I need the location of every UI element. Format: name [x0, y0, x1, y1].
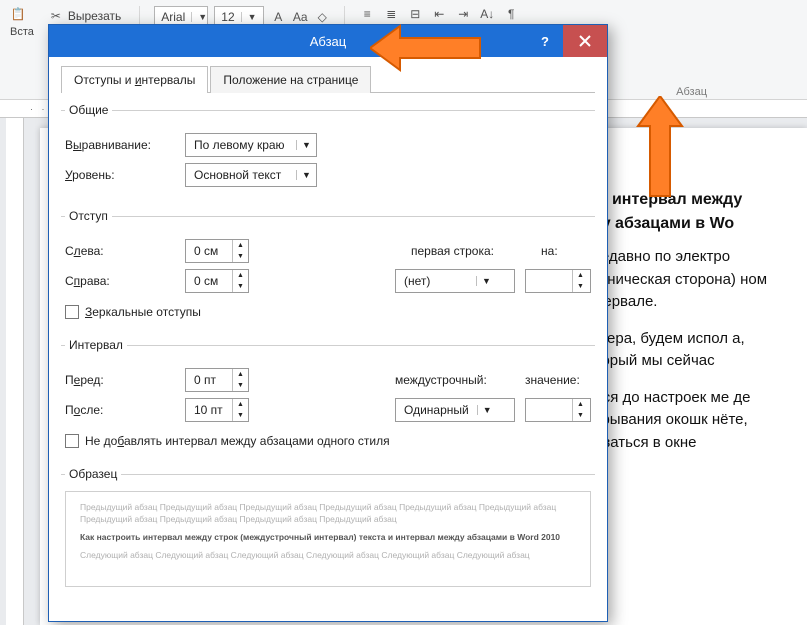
level-label: Уровень: [65, 168, 175, 182]
tab-page-position[interactable]: Положение на странице [210, 66, 371, 93]
cut-button[interactable]: ✂ Вырезать [44, 6, 125, 26]
after-spin[interactable]: 10 пт ▲▼ [185, 398, 249, 422]
group-preview-legend: Образец [65, 467, 121, 481]
level-value: Основной текст [186, 168, 296, 182]
close-icon [579, 35, 591, 47]
dialog-title: Абзац [310, 34, 346, 49]
doc-paragraph: й недавно по электро (техническая сторон… [580, 246, 787, 314]
first-line-label: первая строка: [411, 244, 531, 258]
cut-label: Вырезать [68, 9, 121, 23]
dialog-tabs: Отступы и интервалы Положение на страниц… [61, 65, 595, 93]
chevron-down-icon[interactable]: ▼ [476, 276, 496, 286]
vertical-ruler[interactable] [6, 118, 24, 625]
spin-down-icon[interactable]: ▼ [233, 410, 248, 421]
preview-sample-text: Как настроить интервал между строк (межд… [80, 532, 576, 544]
alignment-combo[interactable]: По левому краю ▼ [185, 133, 317, 157]
doc-paragraph: римера, будем испол а, который мы сейчас [580, 328, 787, 373]
spin-up-icon[interactable]: ▲ [233, 399, 248, 410]
first-line-combo[interactable]: (нет) ▼ [395, 269, 515, 293]
chevron-down-icon[interactable]: ▼ [241, 12, 257, 22]
spin-down-icon[interactable]: ▼ [233, 380, 248, 391]
mirror-indents-checkbox[interactable]: Зеркальные отступы [65, 305, 201, 319]
group-spacing: Интервал Перед: 0 пт ▲▼ междустрочный: з… [61, 338, 595, 455]
spin-up-icon[interactable]: ▲ [233, 369, 248, 380]
group-general: Общие Выравнивание: По левому краю ▼ Уро… [61, 103, 595, 197]
close-button[interactable] [563, 25, 607, 57]
line-spacing-combo[interactable]: Одинарный ▼ [395, 398, 515, 422]
no-space-same-style-checkbox[interactable]: Не добавлять интервал между абзацами одн… [65, 434, 390, 448]
chevron-down-icon[interactable]: ▼ [191, 12, 207, 22]
chevron-down-icon[interactable]: ▼ [477, 405, 497, 415]
indent-left-label: Слева: [65, 244, 175, 258]
spin-up-icon[interactable]: ▲ [233, 240, 248, 251]
doc-paragraph: аться до настроек ме де открывания окошк… [580, 387, 787, 455]
paste-label: Вста [10, 26, 34, 38]
grow-font-icon[interactable]: A [270, 9, 286, 25]
spin-down-icon[interactable]: ▼ [233, 281, 248, 292]
dialog-titlebar[interactable]: Абзац ? [49, 25, 607, 57]
after-label: После: [65, 403, 175, 417]
scissors-icon: ✂ [48, 8, 64, 24]
numbering-icon[interactable]: ≣ [383, 6, 399, 22]
group-indent: Отступ Слева: 0 см ▲▼ первая строка: на:… [61, 209, 595, 326]
chevron-down-icon[interactable]: ▼ [296, 140, 316, 150]
sort-icon[interactable]: A↓ [479, 6, 495, 22]
group-spacing-legend: Интервал [65, 338, 127, 352]
doc-heading: ить интервал между жду абзацами в Wo [580, 188, 787, 236]
spin-down-icon[interactable]: ▼ [573, 281, 588, 292]
before-label: Перед: [65, 373, 175, 387]
clipboard-group: 📋 Вста [10, 6, 34, 38]
alignment-label: Выравнивание: [65, 138, 175, 152]
spin-down-icon[interactable]: ▼ [233, 251, 248, 262]
indent-left-spin[interactable]: 0 см ▲▼ [185, 239, 249, 263]
tab-indents-spacing[interactable]: Отступы и интервалы [61, 66, 208, 93]
alignment-value: По левому краю [186, 138, 296, 152]
paragraph-group-label[interactable]: Абзац [676, 86, 707, 98]
multilevel-icon[interactable]: ⊟ [407, 6, 423, 22]
paste-icon[interactable]: 📋 [10, 6, 26, 22]
at-label: значение: [525, 373, 591, 387]
spin-down-icon[interactable]: ▼ [573, 410, 588, 421]
clear-format-icon[interactable]: ◇ [314, 9, 330, 25]
spin-up-icon[interactable]: ▲ [573, 270, 588, 281]
before-spin[interactable]: 0 пт ▲▼ [185, 368, 249, 392]
at-spin[interactable]: ▲▼ [525, 398, 591, 422]
indent-inc-icon[interactable]: ⇥ [455, 6, 471, 22]
by-spin[interactable]: ▲▼ [525, 269, 591, 293]
group-general-legend: Общие [65, 103, 112, 117]
font-name-value: Arial [155, 10, 191, 24]
change-case-icon[interactable]: Aa [292, 9, 308, 25]
by-label: на: [541, 244, 591, 258]
indent-right-label: Справа: [65, 274, 175, 288]
preview-grey-text: Следующий абзац Следующий абзац Следующи… [80, 550, 576, 562]
chevron-down-icon[interactable]: ▼ [296, 170, 316, 180]
bullets-icon[interactable]: ≡ [359, 6, 375, 22]
spin-up-icon[interactable]: ▲ [573, 399, 588, 410]
font-size-value: 12 [215, 10, 240, 24]
pilcrow-icon[interactable]: ¶ [503, 6, 519, 22]
checkbox-icon [65, 434, 79, 448]
indent-right-spin[interactable]: 0 см ▲▼ [185, 269, 249, 293]
help-button[interactable]: ? [527, 25, 563, 57]
line-spacing-label: междустрочный: [395, 373, 515, 387]
preview-box: Предыдущий абзац Предыдущий абзац Предыд… [65, 491, 591, 587]
level-combo[interactable]: Основной текст ▼ [185, 163, 317, 187]
checkbox-icon [65, 305, 79, 319]
paragraph-dialog: Абзац ? Отступы и интервалы Положение на… [48, 24, 608, 622]
group-preview: Образец Предыдущий абзац Предыдущий абза… [61, 467, 595, 591]
indent-dec-icon[interactable]: ⇤ [431, 6, 447, 22]
group-indent-legend: Отступ [65, 209, 112, 223]
spin-up-icon[interactable]: ▲ [233, 270, 248, 281]
preview-grey-text: Предыдущий абзац Предыдущий абзац Предыд… [80, 502, 576, 526]
